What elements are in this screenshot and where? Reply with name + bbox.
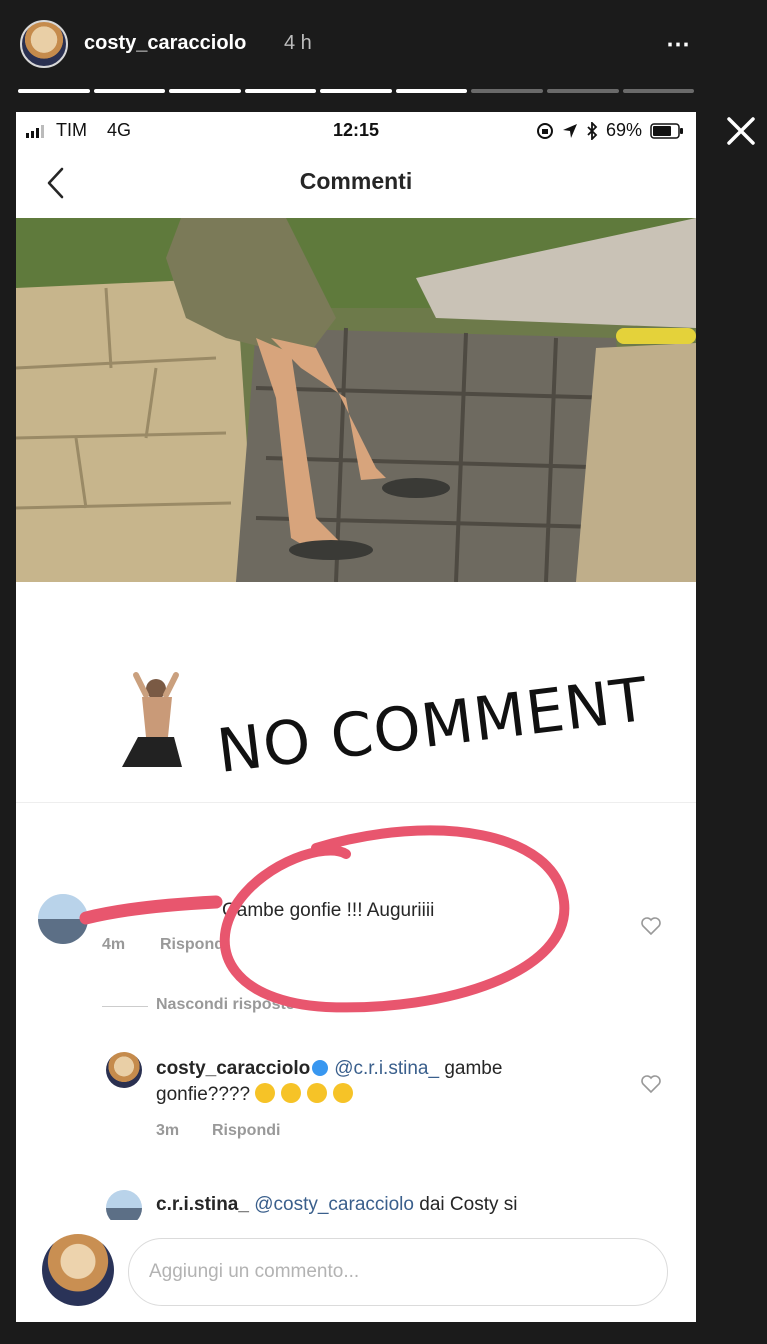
rofl-emoji-icon: [281, 1083, 302, 1103]
story-time: 4 h: [284, 32, 312, 54]
like-heart-icon[interactable]: [640, 1074, 662, 1094]
reply-avatar[interactable]: [106, 1052, 142, 1088]
phone-screenshot: TIM 4G 12:15 69% Commenti NO COMMENT Gam…: [16, 112, 696, 1322]
story-progress: [18, 89, 695, 93]
reply-button[interactable]: Rispondi: [212, 1122, 280, 1140]
bluetooth-icon: [587, 121, 598, 140]
comment-time: 4m: [102, 936, 126, 953]
dancer-sticker[interactable]: [116, 667, 188, 772]
battery-icon: [650, 122, 683, 139]
progress-segment: [320, 89, 392, 93]
progress-segment: [93, 89, 166, 93]
no-comment-overlay-text: NO COMMENT: [213, 664, 653, 787]
progress-segment: [471, 89, 543, 93]
divider: [16, 802, 696, 803]
reply-comment: c.r.i.stina_ @costy_caracciolo dai Costy…: [156, 1194, 616, 1216]
progress-segment: [622, 89, 695, 93]
my-avatar: [42, 1234, 114, 1306]
rofl-emoji-icon: [255, 1083, 276, 1103]
reply-text: dai Costy si: [419, 1194, 518, 1215]
commenter-avatar[interactable]: [38, 894, 88, 944]
orientation-lock-icon: [536, 122, 553, 139]
crying-cat-emoji-icon: [307, 1083, 328, 1103]
close-icon[interactable]: [722, 112, 760, 150]
mention-link[interactable]: @c.r.i.stina_: [334, 1058, 439, 1079]
story-username[interactable]: costy_caracciolo: [84, 32, 246, 55]
like-heart-icon[interactable]: [640, 916, 662, 936]
status-bar: TIM 4G 12:15 69%: [16, 112, 696, 148]
comment-input[interactable]: Aggiungi un commento...: [128, 1238, 668, 1306]
progress-segment: [395, 89, 468, 93]
nav-bar: Commenti: [16, 148, 696, 218]
reply-username[interactable]: c.r.i.stina_: [156, 1194, 249, 1215]
more-options-icon[interactable]: ⋯: [666, 30, 692, 59]
page-title: Commenti: [299, 168, 413, 194]
reply-button[interactable]: Rispondi: [160, 936, 228, 954]
progress-segment: [18, 89, 90, 93]
battery-percent: 69%: [605, 120, 642, 140]
story-avatar[interactable]: [20, 20, 68, 68]
verified-badge-icon: [312, 1060, 329, 1076]
progress-segment: [546, 89, 619, 93]
post-photo[interactable]: [16, 218, 696, 582]
hide-replies-button[interactable]: Nascondi risposte: [156, 996, 295, 1014]
reply-username[interactable]: costy_caracciolo: [156, 1058, 310, 1079]
crying-cat-emoji-icon: [333, 1083, 354, 1103]
comment-composer: Aggiungi un commento...: [16, 1220, 696, 1322]
mention-link[interactable]: @costy_caracciolo: [254, 1194, 414, 1215]
status-right: 69%: [536, 120, 684, 141]
progress-segment: [244, 89, 317, 93]
progress-segment: [169, 89, 241, 93]
reply-comment: costy_caracciolo @c.r.i.stina_ gambe gonf…: [156, 1056, 596, 1108]
location-icon: [562, 123, 577, 138]
reply-time: 3m: [156, 1122, 180, 1139]
comment-text: Gambe gonfie !!! Auguriiii: [222, 900, 435, 921]
divider-line: [102, 1006, 148, 1007]
